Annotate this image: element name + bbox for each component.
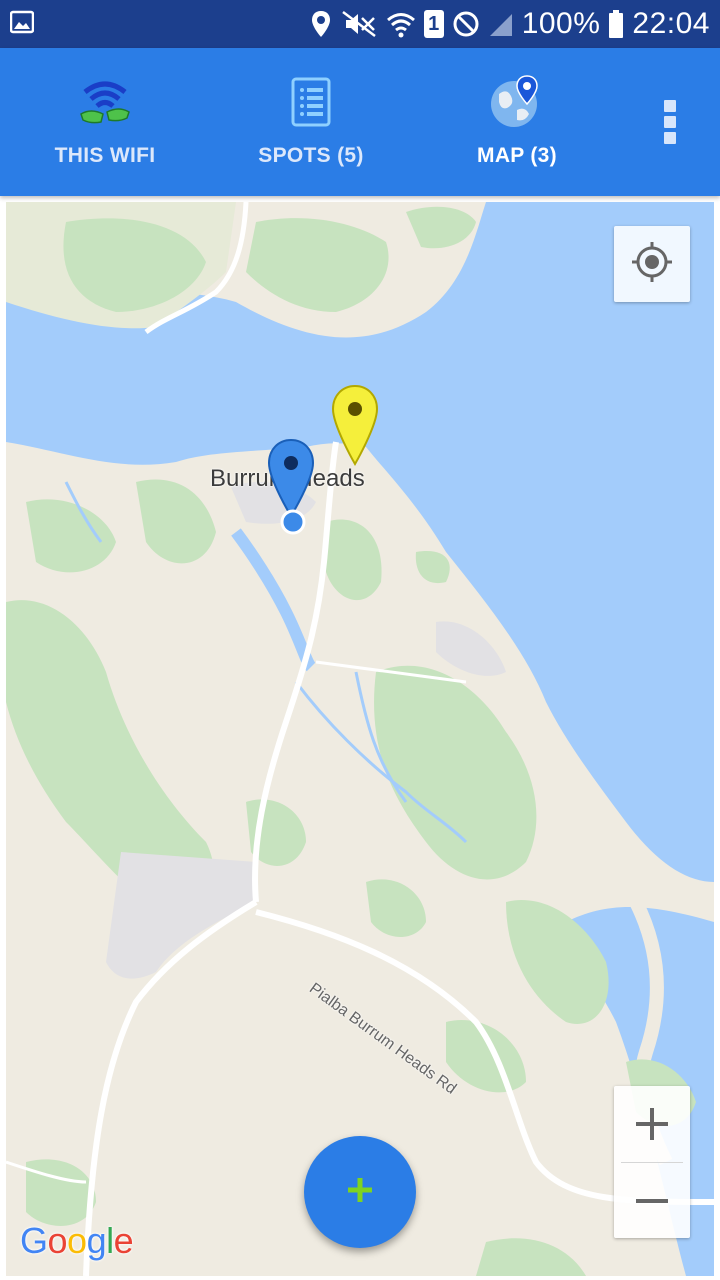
overflow-menu-icon[interactable] — [660, 100, 680, 144]
tab-label: THIS WIFI — [54, 144, 156, 167]
location-icon — [310, 10, 332, 38]
image-icon — [9, 10, 35, 34]
blue-marker[interactable] — [266, 438, 316, 549]
crosshair-icon — [630, 240, 674, 289]
yellow-marker[interactable] — [330, 384, 380, 473]
plus-icon — [346, 1176, 374, 1209]
app-bar: THIS WIFI SPOTS (5) MAP (3) — [0, 48, 720, 196]
list-icon — [283, 74, 339, 130]
minus-icon — [636, 1199, 668, 1203]
wifi-hands-icon — [77, 74, 133, 130]
zoom-in-button[interactable] — [614, 1086, 690, 1162]
clock: 22:04 — [632, 7, 710, 40]
zoom-out-button[interactable] — [614, 1163, 690, 1239]
map-view[interactable]: Burrum Heads Pialba Burrum Heads Rd Goog… — [6, 202, 714, 1276]
my-location-button[interactable] — [614, 226, 690, 302]
mute-icon — [340, 10, 378, 38]
map-tiles — [6, 202, 714, 1276]
battery-level: 100% — [521, 7, 601, 40]
tab-map[interactable]: MAP (3) — [414, 48, 620, 196]
globe-pin-icon — [489, 74, 545, 130]
sim-icon: 1 — [423, 10, 444, 38]
block-icon — [452, 10, 480, 38]
zoom-controls — [614, 1086, 690, 1238]
signal-icon — [488, 10, 514, 38]
battery-icon — [608, 9, 624, 39]
tab-spots[interactable]: SPOTS (5) — [208, 48, 414, 196]
wifi-icon — [386, 10, 416, 38]
plus-icon — [636, 1108, 668, 1140]
tab-label: SPOTS (5) — [258, 144, 364, 167]
google-logo: Google — [20, 1220, 134, 1261]
tab-label: MAP (3) — [477, 144, 557, 167]
add-spot-button[interactable] — [304, 1136, 416, 1248]
tab-this-wifi[interactable]: THIS WIFI — [2, 48, 208, 196]
status-bar: 1 100% 22:04 — [0, 0, 720, 48]
